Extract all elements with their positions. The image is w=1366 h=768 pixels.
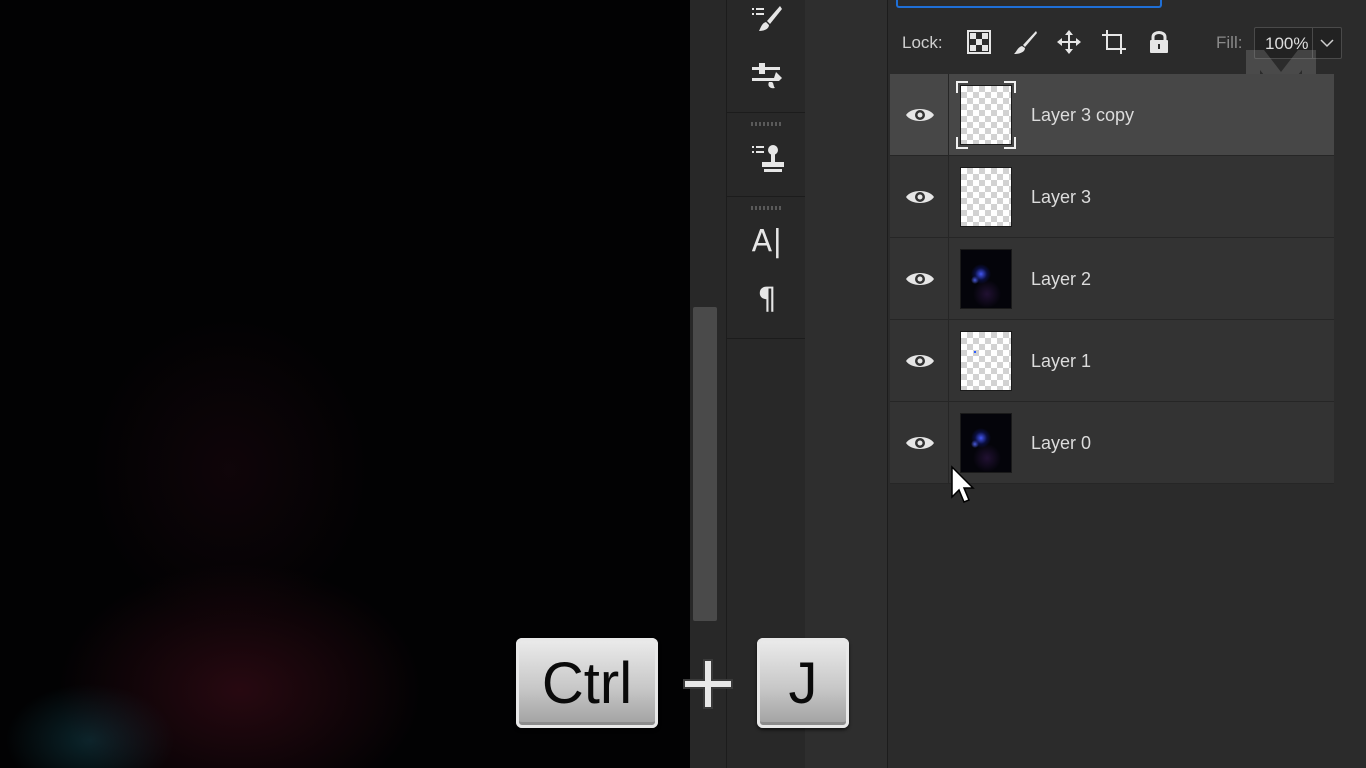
divider [948, 74, 949, 156]
layers-panel: Lock: Fill: 100% Layer 3 copy Layer 3 Laye… [888, 0, 1366, 768]
character-glyph: A| [751, 224, 783, 259]
eye-icon[interactable] [904, 265, 936, 293]
fill-label: Fill: [1216, 33, 1243, 52]
ctrl-key-overlay: Ctrl [516, 638, 658, 728]
divider [948, 238, 949, 320]
layer-thumbnail[interactable] [960, 167, 1012, 227]
adjust-properties-icon[interactable] [747, 56, 787, 96]
eye-icon[interactable] [904, 101, 936, 129]
character-icon[interactable]: A| [747, 222, 787, 262]
lock-all-icon[interactable] [1145, 28, 1173, 56]
thumbnail-selection-corner [956, 137, 968, 149]
layer-name[interactable]: Layer 2 [1031, 269, 1091, 290]
lock-image-pixels-icon[interactable] [1011, 28, 1039, 56]
canvas-scrollbar-thumb[interactable] [693, 307, 717, 621]
eye-icon[interactable] [904, 347, 936, 375]
layer-name[interactable]: Layer 0 [1031, 433, 1091, 454]
layer-thumbnail[interactable] [956, 81, 1016, 149]
tool-group-clone [727, 112, 805, 197]
lock-transparent-pixels-icon[interactable] [965, 28, 993, 56]
thumbnail-dot [974, 351, 976, 353]
layer-row[interactable]: Layer 2 [890, 238, 1334, 320]
paragraph-icon[interactable]: ¶ [747, 280, 787, 320]
j-key-overlay: J [757, 638, 849, 728]
blend-mode-dropdown[interactable] [896, 0, 1162, 8]
layer-name[interactable]: Layer 1 [1031, 351, 1091, 372]
divider [948, 402, 949, 484]
plus-icon [683, 659, 733, 709]
clone-source-icon[interactable] [747, 138, 787, 178]
thumbnail-selection-corner [1004, 81, 1016, 93]
layer-thumbnail[interactable] [960, 331, 1012, 391]
layer-name[interactable]: Layer 3 [1031, 187, 1091, 208]
thumbnail-selection-corner [956, 81, 968, 93]
layer-row[interactable]: Layer 3 copy [890, 74, 1334, 156]
eye-icon[interactable] [904, 429, 936, 457]
lock-position-icon[interactable] [1055, 28, 1083, 56]
mouse-cursor-icon [951, 465, 975, 503]
divider [948, 320, 949, 402]
brush-presets-icon[interactable] [747, 0, 787, 40]
thumbnail-selection-corner [1004, 137, 1016, 149]
divider [948, 156, 949, 238]
lock-label: Lock: [902, 33, 943, 52]
tool-group-brush [727, 0, 805, 113]
layer-thumbnail[interactable] [960, 249, 1012, 309]
layer-list: Layer 3 copy Layer 3 Layer 2 Layer 1 Layer 0 [890, 74, 1334, 484]
layer-row[interactable]: Layer 3 [890, 156, 1334, 238]
eye-icon[interactable] [904, 183, 936, 211]
layer-thumbnail[interactable] [960, 413, 1012, 473]
paragraph-glyph: ¶ [757, 282, 777, 317]
layer-row[interactable]: Layer 1 [890, 320, 1334, 402]
layer-name[interactable]: Layer 3 copy [1031, 105, 1134, 126]
lock-artboard-icon[interactable] [1100, 28, 1128, 56]
tool-group-type: A| ¶ [727, 196, 805, 339]
